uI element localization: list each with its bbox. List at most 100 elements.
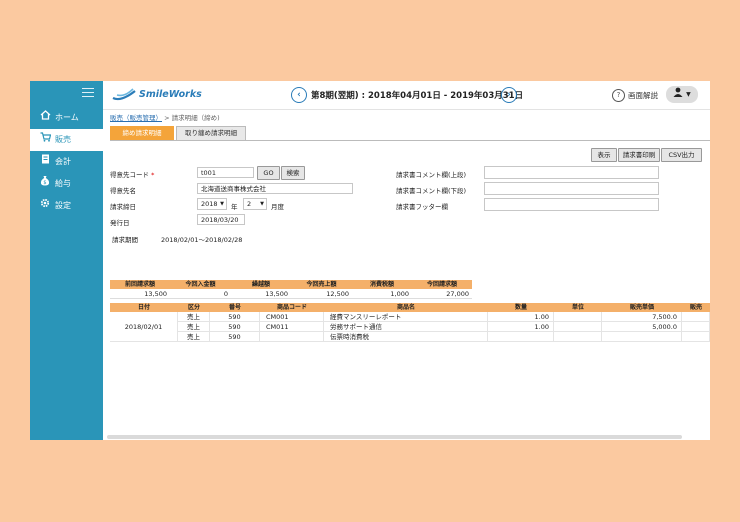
date-cell: 2018/02/01 bbox=[110, 312, 178, 342]
sales-cell bbox=[682, 332, 710, 342]
summary-header: 今回請求額 bbox=[412, 280, 472, 289]
sidebar-item-home[interactable]: ホーム bbox=[30, 107, 103, 129]
next-period-button[interactable]: › bbox=[501, 87, 517, 103]
summary-header: 繰越額 bbox=[231, 280, 291, 289]
prev-period-button[interactable]: ‹ bbox=[291, 87, 307, 103]
customer-code-input[interactable]: t001 bbox=[197, 167, 254, 178]
summary-header: 前回請求額 bbox=[110, 280, 170, 289]
invoice-period-label: 請求期間 bbox=[112, 236, 138, 244]
closing-date-label: 請求締日 bbox=[110, 203, 136, 211]
ledger-icon bbox=[39, 151, 51, 173]
tab-aggregated-invoice[interactable]: 取り纏め請求明細 bbox=[176, 126, 246, 140]
column-header-product-code: 商品コード bbox=[260, 303, 324, 312]
breadcrumb: 販売（販売管理） > 請求明細（締め) bbox=[110, 112, 220, 122]
tab-closing-invoice[interactable]: 締め請求明細 bbox=[110, 126, 174, 140]
kubun-cell: 売上 bbox=[178, 322, 210, 332]
money-bag-icon: $ bbox=[39, 173, 51, 195]
sidebar-item-settings[interactable]: 設定 bbox=[30, 195, 103, 217]
product-code-cell: CM011 bbox=[260, 322, 324, 332]
sales-cell bbox=[682, 312, 710, 322]
unit-price-cell: 5,000.0 bbox=[602, 322, 682, 332]
slip-number-link[interactable]: 590 bbox=[210, 322, 260, 332]
smileworks-logo: SmileWorks bbox=[111, 87, 206, 103]
home-icon bbox=[39, 107, 51, 129]
column-header-unit: 単位 bbox=[554, 303, 602, 312]
main-content: 販売（販売管理） > 請求明細（締め) 締め請求明細 取り纏め請求明細 表示 請… bbox=[103, 110, 710, 440]
sidebar-item-label: 販売 bbox=[55, 135, 71, 144]
summary-value: 13,500 bbox=[231, 289, 291, 299]
product-name-cell: 経費マンスリーレポート bbox=[324, 312, 488, 322]
cart-icon bbox=[39, 129, 51, 151]
logo-text: SmileWorks bbox=[139, 89, 202, 100]
comment-upper-label: 請求書コメント欄(上段) bbox=[396, 171, 467, 179]
invoice-period-value: 2018/02/01〜2018/02/28 bbox=[161, 236, 243, 244]
sidebar-item-label: ホーム bbox=[55, 113, 79, 122]
tab-bar: 締め請求明細 取り纏め請求明細 bbox=[110, 126, 710, 141]
kubun-cell: 売上 bbox=[178, 332, 210, 342]
summary-value: 27,000 bbox=[412, 289, 472, 299]
month-select[interactable]: 2 ▼ bbox=[243, 198, 267, 210]
month-suffix: 月度 bbox=[271, 203, 284, 211]
sidebar-item-label: 設定 bbox=[55, 201, 71, 210]
column-header-sales: 販売 bbox=[682, 303, 710, 312]
unit-cell bbox=[554, 332, 602, 342]
customer-name-field[interactable]: 北海道送商事株式会社 bbox=[197, 183, 353, 194]
summary-value: 12,500 bbox=[291, 289, 352, 299]
year-select[interactable]: 2018 ▼ bbox=[197, 198, 227, 210]
customer-name-label: 得意先名 bbox=[110, 187, 136, 195]
quantity-cell: 1.00 bbox=[488, 312, 554, 322]
sidebar: ホーム 販売 会計 $ 給与 設定 bbox=[30, 81, 103, 440]
sidebar-item-label: 会計 bbox=[55, 157, 71, 166]
summary-header: 消費税額 bbox=[352, 280, 412, 289]
issue-date-label: 発行日 bbox=[110, 219, 130, 227]
display-button[interactable]: 表示 bbox=[591, 148, 617, 162]
column-header-date: 日付 bbox=[110, 303, 178, 312]
year-suffix: 年 bbox=[231, 203, 238, 211]
search-button[interactable]: 検索 bbox=[281, 166, 305, 180]
quantity-cell bbox=[488, 332, 554, 342]
breadcrumb-current: > 請求明細（締め) bbox=[164, 114, 220, 122]
product-name-cell: 労務サポート通信 bbox=[324, 322, 488, 332]
unit-cell bbox=[554, 312, 602, 322]
footer-label: 請求書フッター欄 bbox=[396, 203, 448, 211]
comment-upper-input[interactable] bbox=[484, 166, 659, 179]
chevron-down-icon: ▼ bbox=[686, 91, 691, 98]
sidebar-item-accounting[interactable]: 会計 bbox=[30, 151, 103, 173]
slip-number-link[interactable]: 590 bbox=[210, 332, 260, 342]
csv-export-button[interactable]: CSV出力 bbox=[661, 148, 702, 162]
user-menu-button[interactable]: ▼ bbox=[666, 86, 698, 103]
issue-date-input[interactable]: 2018/03/20 bbox=[197, 214, 245, 225]
comment-lower-label: 請求書コメント欄(下段) bbox=[396, 187, 467, 195]
summary-value: 1,000 bbox=[352, 289, 412, 299]
product-code-cell: CM001 bbox=[260, 312, 324, 322]
slip-number-link[interactable]: 590 bbox=[210, 312, 260, 322]
svg-text:$: $ bbox=[43, 180, 46, 186]
summary-value: 13,500 bbox=[110, 289, 170, 299]
horizontal-scrollbar[interactable] bbox=[107, 435, 682, 439]
kubun-cell: 売上 bbox=[178, 312, 210, 322]
user-icon bbox=[673, 87, 686, 99]
product-name-cell: 伝票時消費税 bbox=[324, 332, 488, 342]
top-header: SmileWorks ‹ 第8期(翌期) : 2018年04月01日 - 201… bbox=[103, 81, 710, 110]
column-header-unit-price: 販売単価 bbox=[602, 303, 682, 312]
help-icon[interactable]: ? bbox=[612, 89, 625, 102]
print-invoice-button[interactable]: 請求書印刷 bbox=[618, 148, 660, 162]
summary-value: 0 bbox=[170, 289, 231, 299]
period-label: 第8期(翌期) : 2018年04月01日 - 2019年03月31日 bbox=[311, 91, 524, 101]
column-header-kubun: 区分 bbox=[178, 303, 210, 312]
gear-icon bbox=[39, 195, 51, 217]
summary-header: 今回入金額 bbox=[170, 280, 231, 289]
comment-lower-input[interactable] bbox=[484, 182, 659, 195]
chevron-down-icon: ▼ bbox=[260, 201, 264, 207]
sidebar-item-label: 給与 bbox=[55, 179, 71, 188]
help-label[interactable]: 画面解説 bbox=[628, 90, 658, 101]
sidebar-item-payroll[interactable]: $ 給与 bbox=[30, 173, 103, 195]
menu-toggle-icon[interactable] bbox=[82, 88, 94, 98]
customer-code-label: 得意先コード * bbox=[110, 171, 155, 179]
footer-input[interactable] bbox=[484, 198, 659, 211]
chevron-down-icon: ▼ bbox=[220, 201, 224, 207]
unit-price-cell bbox=[602, 332, 682, 342]
sidebar-item-sales[interactable]: 販売 bbox=[30, 129, 103, 151]
breadcrumb-link[interactable]: 販売（販売管理） bbox=[110, 114, 162, 122]
go-button[interactable]: GO bbox=[257, 166, 280, 180]
